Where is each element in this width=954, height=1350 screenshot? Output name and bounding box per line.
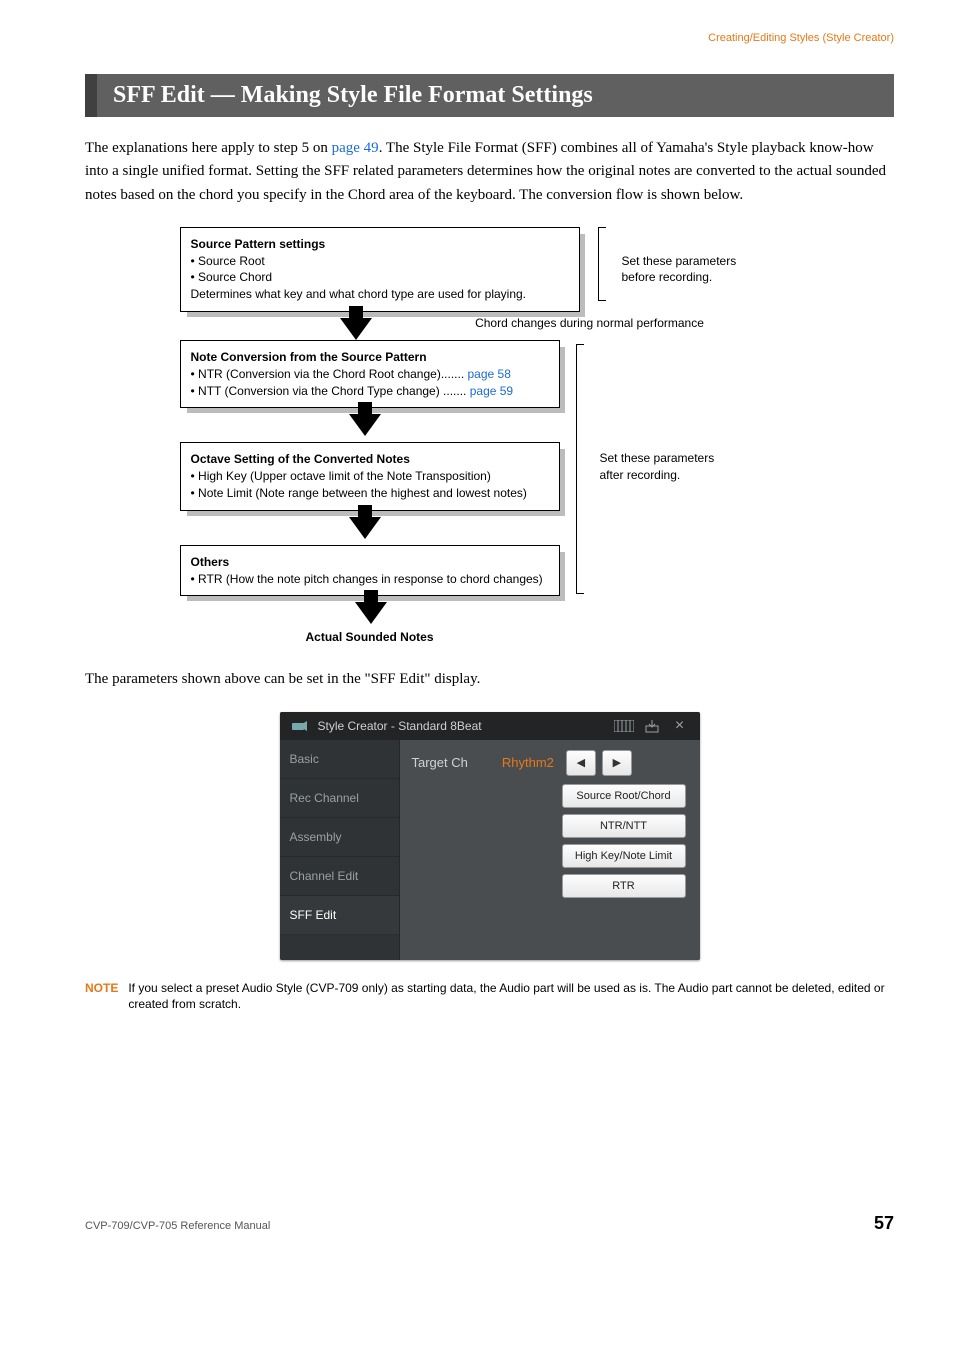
- text: Standard 8Beat: [398, 719, 481, 733]
- save-icon[interactable]: [642, 718, 662, 734]
- sidebar-item-assembly[interactable]: Assembly: [280, 818, 400, 857]
- note-text: If you select a preset Audio Style (CVP-…: [128, 980, 894, 1014]
- target-ch-row: Target Ch Rhythm2 ◀ ▶: [412, 750, 688, 776]
- box-line: Determines what key and what chord type …: [191, 286, 569, 303]
- box-title: Note Conversion from the Source Pattern: [191, 349, 549, 366]
- box-line: • NTR (Conversion via the Chord Root cha…: [191, 366, 549, 383]
- window-titlebar: Style Creator - Standard 8Beat ×: [280, 712, 700, 740]
- sff-edit-screenshot: Style Creator - Standard 8Beat × Basic R…: [280, 712, 700, 960]
- box-others: Others • RTR (How the note pitch changes…: [180, 545, 560, 597]
- close-icon[interactable]: ×: [670, 718, 690, 734]
- chip-rtr[interactable]: RTR: [562, 874, 686, 898]
- target-ch-value: Rhythm2: [502, 755, 554, 770]
- chip-highkey-notelimit[interactable]: High Key/Note Limit: [562, 844, 686, 868]
- bracket-icon: [598, 227, 606, 301]
- box-octave-setting: Octave Setting of the Converted Notes • …: [180, 442, 560, 510]
- final-label: Actual Sounded Notes: [170, 630, 570, 644]
- sidebar-item-basic[interactable]: Basic: [280, 740, 400, 779]
- main-panel: Target Ch Rhythm2 ◀ ▶ Source Root/Chord …: [400, 740, 700, 960]
- box-line: • High Key (Upper octave limit of the No…: [191, 468, 549, 485]
- intro-text-before: The explanations here apply to step 5 on: [85, 140, 332, 156]
- page-number: 57: [874, 1213, 894, 1234]
- box-line: • RTR (How the note pitch changes in res…: [191, 571, 549, 588]
- bracket-icon: [576, 344, 584, 594]
- box-title: Source Pattern settings: [191, 236, 569, 253]
- page-link-49[interactable]: page 49: [332, 140, 379, 156]
- arrow-down-icon: [355, 602, 387, 624]
- box-note-conversion: Note Conversion from the Source Pattern …: [180, 340, 560, 408]
- arrow-down-icon: [349, 414, 381, 436]
- box-title: Octave Setting of the Converted Notes: [191, 451, 549, 468]
- target-ch-prev-button[interactable]: ◀: [566, 750, 596, 776]
- note-label: NOTE: [85, 980, 118, 1014]
- conversion-flow-diagram: Source Pattern settings • Source Root • …: [170, 227, 810, 645]
- page-link-58[interactable]: page 58: [467, 367, 510, 381]
- side-note-after: Set these parameters after recording.: [600, 450, 740, 484]
- sidebar: Basic Rec Channel Assembly Channel Edit …: [280, 740, 400, 960]
- section-heading: SFF Edit — Making Style File Format Sett…: [85, 74, 894, 117]
- breadcrumb: Creating/Editing Styles (Style Creator): [85, 32, 894, 44]
- intro-paragraph: The explanations here apply to step 5 on…: [85, 137, 894, 207]
- sidebar-item-rec-channel[interactable]: Rec Channel: [280, 779, 400, 818]
- box-line: • Note Limit (Note range between the hig…: [191, 485, 549, 502]
- window-title: Style Creator - Standard 8Beat: [318, 719, 482, 733]
- side-note-before: Set these parameters before recording.: [622, 253, 762, 287]
- box-line: • NTT (Conversion via the Chord Type cha…: [191, 383, 549, 400]
- box-line: • Source Chord: [191, 269, 569, 286]
- note-block: NOTE If you select a preset Audio Style …: [85, 980, 894, 1014]
- keyboard-icon[interactable]: [614, 718, 634, 734]
- chip-source-root-chord[interactable]: Source Root/Chord: [562, 784, 686, 808]
- sidebar-item-sff-edit[interactable]: SFF Edit: [280, 896, 400, 935]
- arrow-down-icon: [349, 517, 381, 539]
- target-ch-next-button[interactable]: ▶: [602, 750, 632, 776]
- box-source-pattern: Source Pattern settings • Source Root • …: [180, 227, 580, 312]
- page-footer: CVP-709/CVP-705 Reference Manual 57: [85, 1213, 894, 1234]
- chip-ntr-ntt[interactable]: NTR/NTT: [562, 814, 686, 838]
- manual-name: CVP-709/CVP-705 Reference Manual: [85, 1220, 270, 1232]
- app-icon: [290, 718, 310, 734]
- sidebar-item-channel-edit[interactable]: Channel Edit: [280, 857, 400, 896]
- paragraph-sff-edit: The parameters shown above can be set in…: [85, 668, 894, 691]
- sidebar-spacer: [280, 935, 400, 960]
- box-line: • Source Root: [191, 253, 569, 270]
- text: • NTT (Conversion via the Chord Type cha…: [191, 384, 470, 398]
- page-link-59[interactable]: page 59: [470, 384, 513, 398]
- box-title: Others: [191, 554, 549, 571]
- target-ch-label: Target Ch: [412, 755, 468, 770]
- text: • NTR (Conversion via the Chord Root cha…: [191, 367, 468, 381]
- arrow-caption: Chord changes during normal performance: [170, 316, 810, 330]
- param-buttons: Source Root/Chord NTR/NTT High Key/Note …: [562, 784, 686, 898]
- text: Style Creator -: [318, 719, 399, 733]
